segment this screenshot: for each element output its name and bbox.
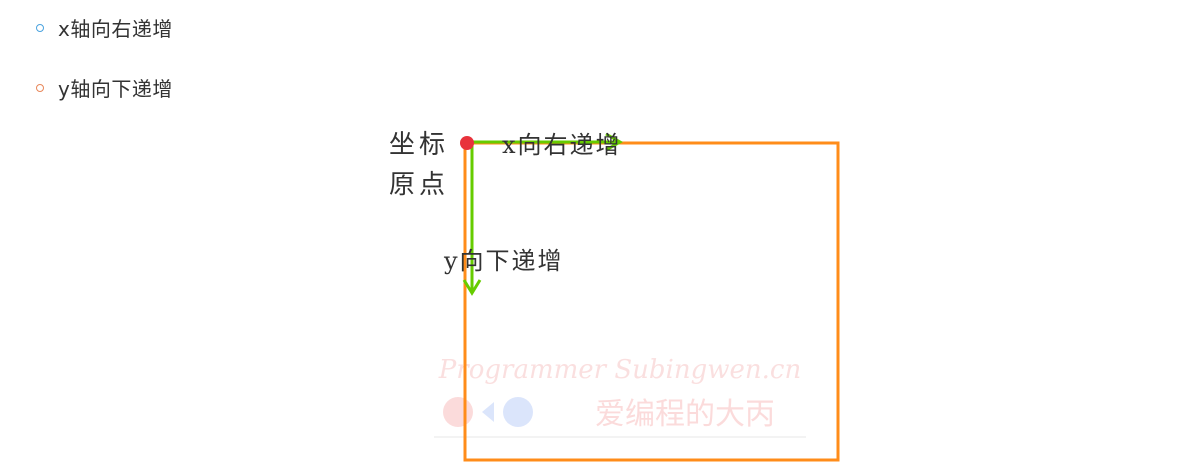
origin-label-line2: 原点 xyxy=(389,170,449,200)
y-axis-label: y向下递增 xyxy=(443,247,564,275)
watermark-circle-icon xyxy=(443,397,473,427)
x-axis-label: x向右递增 xyxy=(502,131,622,159)
watermark-text: Programmer Subingwen.cn xyxy=(438,355,801,385)
coordinate-diagram: Programmer Subingwen.cn 爱编程的大丙 坐标 原点 x向右… xyxy=(389,130,840,462)
watermark-circle-icon xyxy=(503,397,533,427)
origin-point xyxy=(460,136,474,150)
watermark-text: 爱编程的大丙 xyxy=(595,397,775,432)
watermark: Programmer Subingwen.cn 爱编程的大丙 xyxy=(434,355,806,438)
watermark-play-icon xyxy=(482,402,494,422)
origin-label-line1: 坐标 xyxy=(389,130,449,160)
